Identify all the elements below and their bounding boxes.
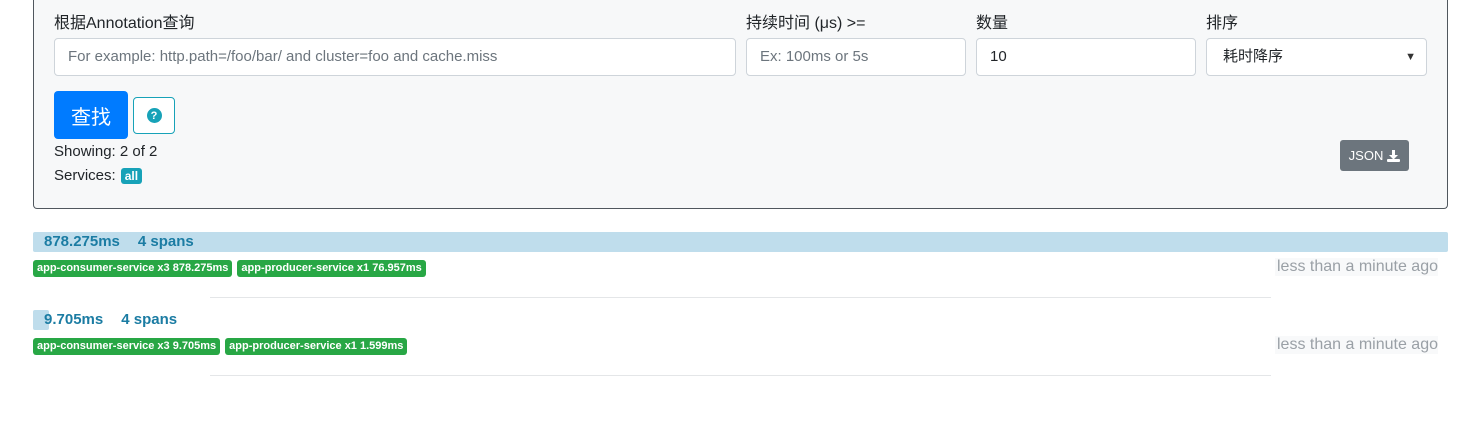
help-button[interactable]: ? bbox=[133, 97, 175, 134]
services-all-badge[interactable]: all bbox=[120, 167, 143, 184]
download-icon bbox=[1387, 149, 1401, 162]
trace-divider bbox=[210, 375, 1271, 376]
trace-duration: 878.275ms bbox=[44, 233, 120, 250]
showing-count: Showing: 2 of 2 bbox=[54, 143, 158, 160]
trace-span-count: 4 spans bbox=[121, 311, 178, 328]
sort-label: 排序 bbox=[1206, 15, 1239, 32]
trace-duration-bar: 9.705ms 4 spans bbox=[33, 310, 1448, 330]
services-filter: Services: all bbox=[54, 167, 143, 184]
duration-placeholder: Ex: 100ms or 5s bbox=[760, 48, 869, 65]
trace-row[interactable]: 9.705ms 4 spans app-consumer-service x3 9… bbox=[33, 310, 1448, 376]
trace-timestamp: less than a minute ago bbox=[1275, 336, 1438, 354]
service-tag: app-consumer-service x3 878.275ms bbox=[33, 260, 233, 277]
service-tag: app-producer-service x1 76.957ms bbox=[237, 260, 426, 277]
annotation-query-placeholder: For example: http.path=/foo/bar/ and clu… bbox=[68, 48, 498, 65]
json-button-label: JSON bbox=[1348, 148, 1384, 163]
duration-label: 持续时间 (μs) >= bbox=[746, 15, 866, 32]
limit-input[interactable]: 10 bbox=[976, 38, 1196, 76]
trace-timestamp: less than a minute ago bbox=[1275, 258, 1438, 276]
trace-row[interactable]: 878.275ms 4 spans app-consumer-service x3… bbox=[33, 232, 1448, 298]
duration-input[interactable]: Ex: 100ms or 5s bbox=[746, 38, 966, 76]
caret-down-icon: ▼ bbox=[1405, 51, 1416, 63]
limit-value: 10 bbox=[990, 48, 1007, 65]
trace-duration: 9.705ms bbox=[44, 311, 104, 328]
sort-value: 耗时降序 bbox=[1223, 48, 1284, 65]
annotation-label: 根据Annotation查询 bbox=[54, 15, 195, 32]
trace-service-tags: app-consumer-service x3 9.705ms app-prod… bbox=[33, 338, 408, 355]
trace-span-count: 4 spans bbox=[137, 233, 194, 250]
services-label: Services: bbox=[54, 167, 116, 184]
trace-service-tags: app-consumer-service x3 878.275ms app-pr… bbox=[33, 260, 426, 277]
question-circle-icon: ? bbox=[146, 108, 162, 123]
service-tag: app-producer-service x1 1.599ms bbox=[225, 338, 408, 355]
search-button[interactable]: 查找 bbox=[54, 91, 128, 139]
json-download-button[interactable]: JSON bbox=[1340, 140, 1409, 171]
search-panel: 根据Annotation查询 For example: http.path=/f… bbox=[33, 0, 1448, 209]
trace-duration-fill bbox=[33, 232, 1448, 252]
sort-select[interactable]: 耗时降序 ▼ bbox=[1206, 38, 1427, 76]
service-tag: app-consumer-service x3 9.705ms bbox=[33, 338, 221, 355]
trace-divider bbox=[210, 297, 1271, 298]
limit-label: 数量 bbox=[976, 15, 1009, 32]
trace-duration-bar: 878.275ms 4 spans bbox=[33, 232, 1448, 252]
annotation-query-input[interactable]: For example: http.path=/foo/bar/ and clu… bbox=[54, 38, 736, 76]
